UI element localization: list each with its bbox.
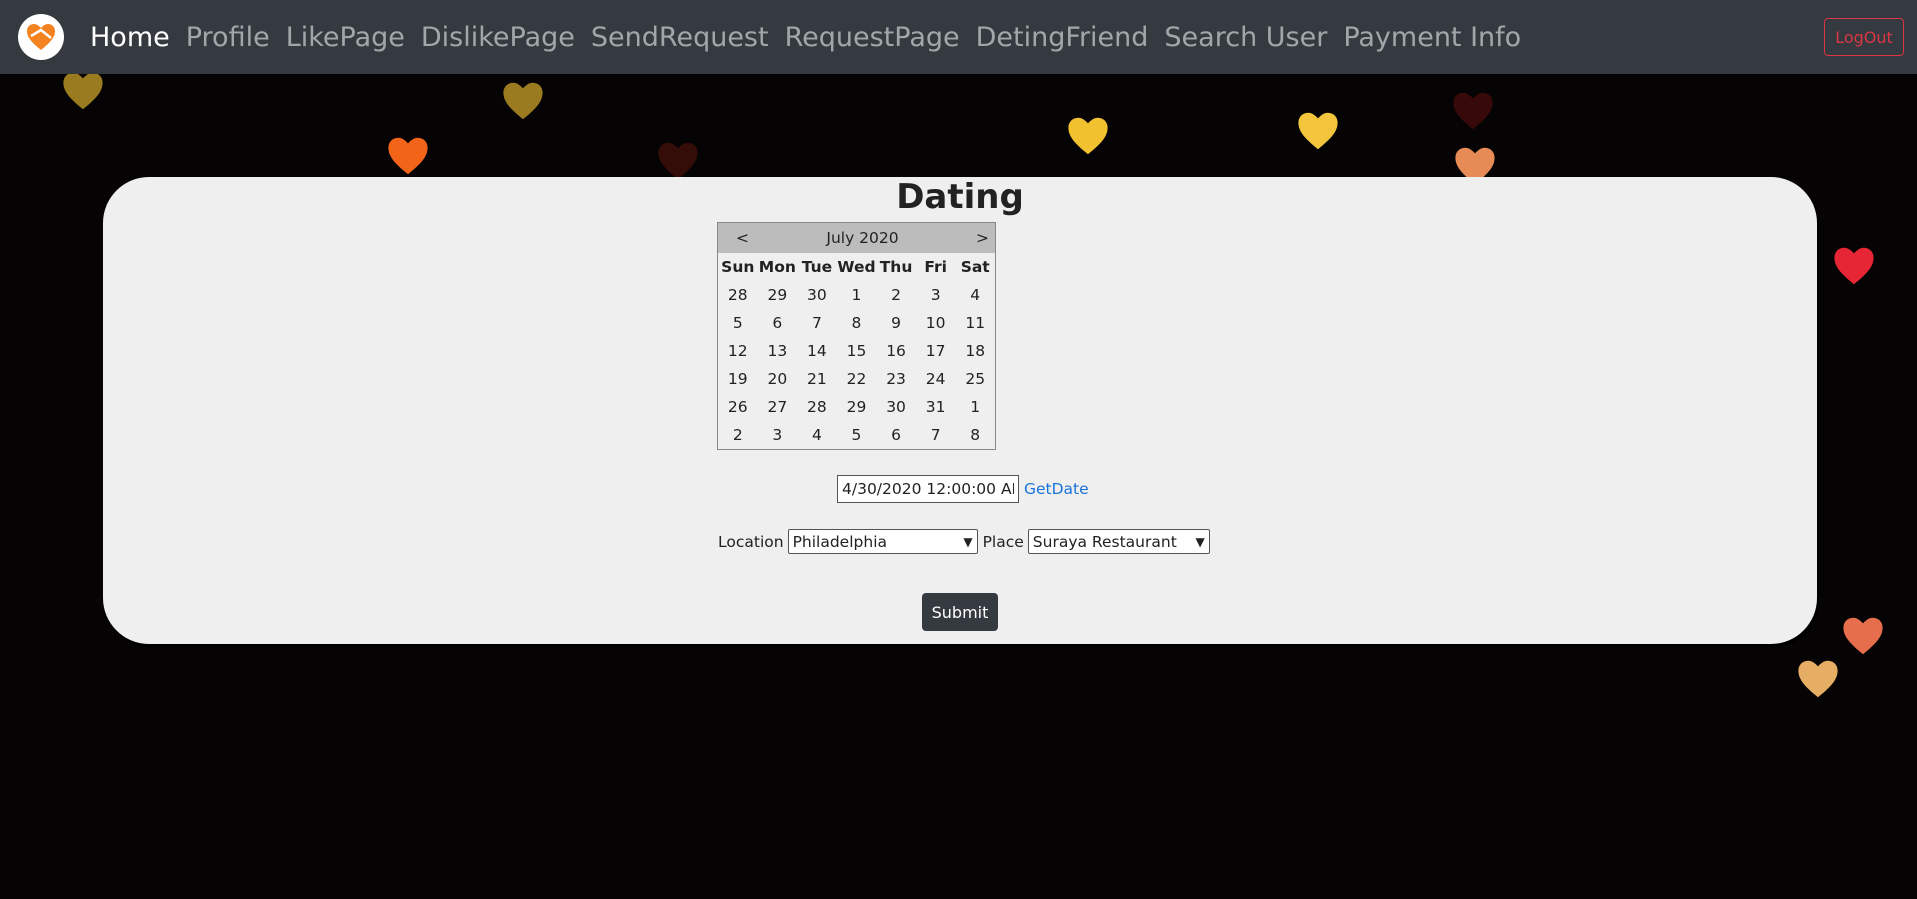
calendar-day[interactable]: 12 [718, 337, 758, 365]
bokeh-heart [500, 80, 546, 122]
calendar-day[interactable]: 5 [718, 309, 758, 337]
calendar-day[interactable]: 14 [797, 337, 837, 365]
weekday-header: Wed [837, 258, 876, 276]
calendar-day[interactable]: 11 [955, 309, 995, 337]
bokeh-heart [1795, 658, 1841, 700]
calendar-day[interactable]: 16 [876, 337, 916, 365]
calendar-day[interactable]: 29 [758, 281, 798, 309]
weekday-header: Sat [960, 258, 990, 276]
calendar-day[interactable]: 6 [876, 421, 916, 449]
location-label: Location [718, 532, 784, 551]
calendar-day[interactable]: 5 [837, 421, 877, 449]
place-label: Place [982, 532, 1024, 551]
location-select[interactable]: Philadelphia ▼ [787, 529, 978, 554]
bokeh-heart [1450, 90, 1496, 132]
calendar-day[interactable]: 4 [955, 281, 995, 309]
weekday-header: Sun [721, 258, 755, 276]
calendar-day[interactable]: 18 [955, 337, 995, 365]
calendar-day[interactable]: 20 [758, 365, 798, 393]
place-select[interactable]: Suraya Restaurant ▼ [1027, 529, 1210, 554]
heart-logo-icon [27, 24, 55, 50]
calendar-day[interactable]: 7 [916, 421, 956, 449]
calendar-grid: Sun Mon Tue Wed Thu Fri Sat 28 29 30 1 2 3 4 5 6… [718, 253, 995, 449]
calendar-day[interactable]: 13 [758, 337, 798, 365]
bokeh-heart [655, 140, 701, 182]
calendar-day[interactable]: 4 [797, 421, 837, 449]
calendar-day[interactable]: 30 [797, 281, 837, 309]
calendar-day[interactable]: 1 [955, 393, 995, 421]
calendar-prev-button[interactable]: < [736, 229, 749, 247]
calendar-day[interactable]: 26 [718, 393, 758, 421]
nav-likepage[interactable]: LikePage [286, 22, 405, 53]
getdate-link[interactable]: GetDate [1024, 480, 1089, 498]
calendar-day[interactable]: 21 [797, 365, 837, 393]
calendar-day[interactable]: 2 [718, 421, 758, 449]
nav-links: Home Profile LikePage DislikePage SendRe… [90, 0, 1537, 74]
chevron-down-icon: ▼ [1195, 534, 1205, 549]
nav-profile[interactable]: Profile [186, 22, 270, 53]
calendar-day[interactable]: 8 [837, 309, 877, 337]
nav-search-user[interactable]: Search User [1164, 22, 1327, 53]
calendar-day[interactable]: 28 [797, 393, 837, 421]
bokeh-heart [1065, 115, 1111, 157]
logout-button[interactable]: LogOut [1824, 18, 1904, 56]
calendar-day[interactable]: 8 [955, 421, 995, 449]
place-selected-value: Suraya Restaurant [1032, 532, 1177, 551]
nav-detingfriend[interactable]: DetingFriend [976, 22, 1149, 53]
chevron-down-icon: ▼ [963, 534, 973, 549]
nav-dislikepage[interactable]: DislikePage [421, 22, 575, 53]
calendar-day[interactable]: 31 [916, 393, 956, 421]
bokeh-heart [1831, 245, 1877, 287]
calendar-day[interactable]: 30 [876, 393, 916, 421]
calendar-day[interactable]: 15 [837, 337, 877, 365]
date-input[interactable] [837, 475, 1019, 503]
calendar-day[interactable]: 27 [758, 393, 798, 421]
calendar-day[interactable]: 9 [876, 309, 916, 337]
weekday-header: Thu [879, 258, 913, 276]
calendar-month-label: July 2020 [826, 229, 899, 247]
logo[interactable] [18, 14, 64, 60]
calendar-header: < July 2020 > [718, 223, 995, 253]
calendar-day[interactable]: 10 [916, 309, 956, 337]
nav-home[interactable]: Home [90, 22, 170, 53]
calendar-day[interactable]: 2 [876, 281, 916, 309]
nav-payment-info[interactable]: Payment Info [1343, 22, 1521, 53]
calendar-day[interactable]: 28 [718, 281, 758, 309]
weekday-header: Fri [924, 258, 947, 276]
calendar-day[interactable]: 29 [837, 393, 877, 421]
calendar-day[interactable]: 1 [837, 281, 877, 309]
submit-button[interactable]: Submit [922, 593, 998, 631]
nav-requestpage[interactable]: RequestPage [785, 22, 960, 53]
calendar-day[interactable]: 24 [916, 365, 956, 393]
nav-sendrequest[interactable]: SendRequest [591, 22, 769, 53]
bokeh-heart [1840, 615, 1886, 657]
dating-card: Dating < July 2020 > Sun Mon Tue Wed Thu… [103, 177, 1817, 644]
calendar-day[interactable]: 3 [758, 421, 798, 449]
bokeh-heart [60, 70, 106, 112]
calendar-day[interactable]: 22 [837, 365, 877, 393]
calendar-next-button[interactable]: > [976, 229, 989, 247]
calendar-day[interactable]: 6 [758, 309, 798, 337]
bokeh-heart [385, 135, 431, 177]
calendar-day[interactable]: 3 [916, 281, 956, 309]
navbar: Home Profile LikePage DislikePage SendRe… [0, 0, 1917, 74]
page-title: Dating [896, 177, 1024, 217]
calendar-day[interactable]: 7 [797, 309, 837, 337]
calendar: < July 2020 > Sun Mon Tue Wed Thu Fri Sa… [717, 222, 996, 450]
calendar-day[interactable]: 19 [718, 365, 758, 393]
bokeh-heart [1295, 110, 1341, 152]
weekday-header: Mon [758, 258, 796, 276]
calendar-day[interactable]: 25 [955, 365, 995, 393]
date-row: GetDate [837, 475, 1089, 503]
calendar-day[interactable]: 17 [916, 337, 956, 365]
weekday-header: Tue [801, 258, 833, 276]
location-selected-value: Philadelphia [792, 532, 887, 551]
calendar-day[interactable]: 23 [876, 365, 916, 393]
location-row: Location Philadelphia ▼ Place Suraya Res… [718, 529, 1215, 554]
